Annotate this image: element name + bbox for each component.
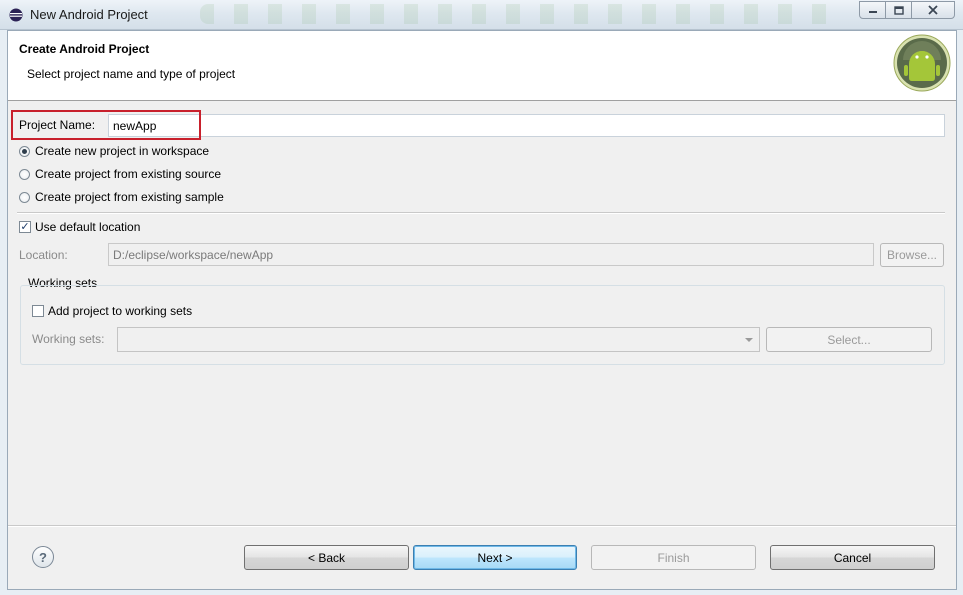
radio-dot-selected <box>19 145 30 157</box>
browse-button[interactable]: Browse... <box>880 243 944 267</box>
window-titlebar: New Android Project <box>0 0 963 30</box>
minimize-icon <box>868 11 877 13</box>
radio-dot <box>19 168 30 180</box>
working-sets-combo[interactable] <box>117 327 760 352</box>
use-default-location-label: Use default location <box>35 220 141 234</box>
radio-label: Create project from existing sample <box>35 190 224 204</box>
checkbox-checked-icon: ✓ <box>19 221 31 233</box>
section-divider <box>17 212 945 214</box>
maximize-button[interactable] <box>885 1 912 19</box>
eclipse-app-icon <box>9 8 23 22</box>
back-button[interactable]: < Back <box>244 545 409 570</box>
location-input[interactable]: D:/eclipse/workspace/newApp <box>108 243 874 266</box>
chevron-down-icon <box>745 338 753 342</box>
add-to-working-sets-checkbox[interactable]: Add project to working sets <box>32 304 192 318</box>
select-working-sets-button[interactable]: Select... <box>766 327 932 352</box>
checkbox-unchecked-icon <box>32 305 44 317</box>
radio-label: Create project from existing source <box>35 167 222 181</box>
page-subtitle: Select project name and type of project <box>27 67 236 81</box>
finish-button[interactable]: Finish <box>591 545 756 570</box>
radio-create-from-sample[interactable]: Create project from existing sample <box>19 190 224 204</box>
radio-dot <box>19 191 30 203</box>
dialog-frame: Create Android Project Select project na… <box>7 30 957 590</box>
titlebar-background-decoration <box>200 4 840 24</box>
window-title: New Android Project <box>30 7 148 22</box>
footer-divider <box>8 525 956 527</box>
radio-create-from-source[interactable]: Create project from existing source <box>19 167 221 181</box>
working-sets-field-label: Working sets: <box>32 332 105 346</box>
help-icon[interactable]: ? <box>32 546 54 568</box>
minimize-button[interactable] <box>859 1 886 19</box>
project-name-input[interactable]: newApp <box>108 114 945 137</box>
location-label: Location: <box>19 248 68 262</box>
annotation-highlight-box <box>11 110 201 140</box>
cancel-button[interactable]: Cancel <box>770 545 935 570</box>
android-logo-icon <box>893 34 951 92</box>
close-window-button[interactable] <box>911 1 955 19</box>
radio-label: Create new project in workspace <box>35 144 210 158</box>
close-icon <box>928 5 938 15</box>
location-value: D:/eclipse/workspace/newApp <box>113 248 274 262</box>
radio-create-new-project[interactable]: Create new project in workspace <box>19 144 209 158</box>
next-button[interactable]: Next > <box>413 545 577 570</box>
dialog-header: Create Android Project Select project na… <box>8 31 956 101</box>
working-sets-group <box>20 285 945 365</box>
use-default-location-checkbox[interactable]: ✓ Use default location <box>19 220 140 234</box>
add-to-working-sets-label: Add project to working sets <box>48 304 193 318</box>
maximize-icon <box>893 5 904 15</box>
page-title: Create Android Project <box>19 42 150 56</box>
